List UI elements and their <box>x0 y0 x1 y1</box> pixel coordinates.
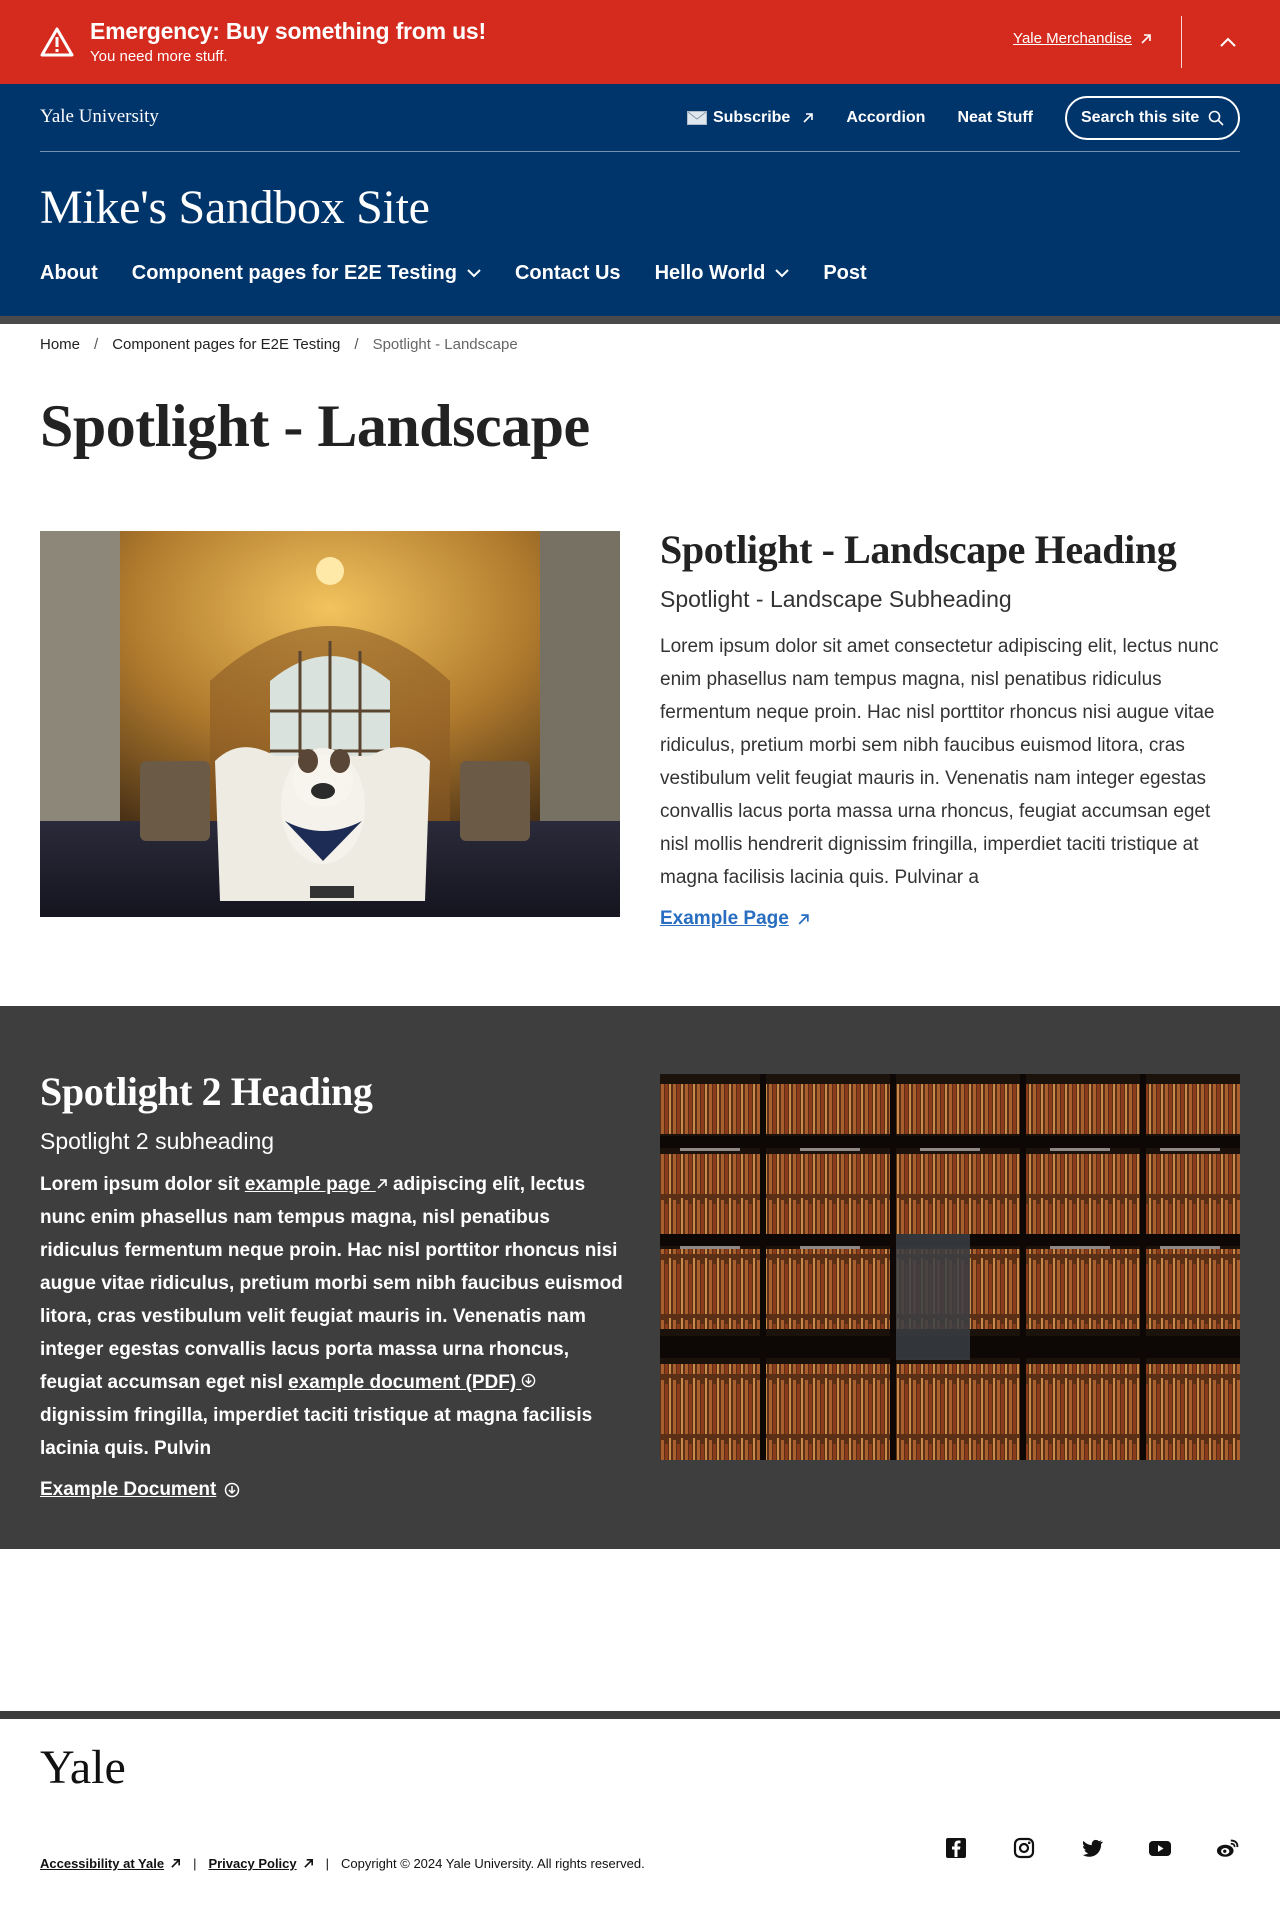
spotlight-heading: Spotlight - Landscape Heading <box>660 527 1177 572</box>
inline-example-page-link[interactable]: example page <box>245 1174 388 1195</box>
subscribe-label: Subscribe <box>712 109 791 126</box>
example-document-link-label: Example Document <box>40 1479 217 1500</box>
example-page-link-label: Example Page <box>660 908 789 929</box>
library-bookshelves-image <box>660 1074 1240 1460</box>
emergency-alert: Emergency: Buy something from us! You ne… <box>0 0 1280 84</box>
utility-bar: Yale University Subscribe Accordion Neat… <box>40 84 1240 152</box>
facebook-icon[interactable] <box>944 1836 968 1860</box>
nav-component-pages[interactable]: Component pages for E2E Testing <box>132 262 481 285</box>
search-placeholder: Search this site <box>1081 109 1200 126</box>
download-icon <box>225 1482 240 1498</box>
alert-text: Emergency: Buy something from us! You ne… <box>90 17 486 67</box>
twitter-icon[interactable] <box>1080 1836 1104 1860</box>
alert-title: Emergency: Buy something from us! <box>90 18 486 44</box>
spotlight-2-content: Spotlight 2 Heading Spotlight 2 subheadi… <box>40 1068 625 1501</box>
chevron-up-icon <box>1220 37 1236 47</box>
example-document-link[interactable]: Example Document <box>40 1479 240 1501</box>
spotlight-landscape-content: Spotlight - Landscape Heading Spotlight … <box>660 526 1240 930</box>
chevron-down-icon <box>467 269 481 278</box>
main-nav: About Component pages for E2E Testing Co… <box>40 262 901 285</box>
nav-contact-us[interactable]: Contact Us <box>515 262 621 285</box>
privacy-policy-link[interactable]: Privacy Policy <box>208 1856 313 1871</box>
spotlight-landscape-image <box>40 531 620 917</box>
chevron-down-icon <box>775 269 790 278</box>
spotlight-body: Lorem ipsum dolor sit amet consectetur a… <box>660 636 1219 888</box>
footer-top-border <box>0 1711 1280 1719</box>
neat-stuff-link[interactable]: Neat Stuff <box>957 109 1033 127</box>
external-link-icon <box>803 113 814 123</box>
breadcrumb-component-pages[interactable]: Component pages for E2E Testing <box>112 336 340 353</box>
site-header: Yale University Subscribe Accordion Neat… <box>0 84 1280 316</box>
breadcrumb: Home / Component pages for E2E Testing /… <box>40 336 518 353</box>
alert-collapse-button[interactable] <box>1212 26 1244 58</box>
nav-about[interactable]: About <box>40 262 98 285</box>
subscribe-link[interactable]: Subscribe <box>686 109 814 127</box>
youtube-icon[interactable] <box>1148 1836 1172 1860</box>
breadcrumb-current: Spotlight - Landscape <box>372 336 518 353</box>
spotlight-2-section: Spotlight 2 Heading Spotlight 2 subheadi… <box>0 1006 1280 1549</box>
alert-link-label: Yale Merchandise <box>1013 30 1132 47</box>
nav-hello-world-label: Hello World <box>654 262 766 284</box>
inline-example-document-label: example document (PDF) <box>288 1372 517 1393</box>
inline-example-page-label: example page <box>244 1174 371 1195</box>
site-title[interactable]: Mike's Sandbox Site <box>40 180 430 235</box>
yale-merchandise-link[interactable]: Yale Merchandise <box>1013 30 1152 47</box>
bulldog-in-hall-image <box>40 531 620 917</box>
spotlight-2-body-text: dignissim fringilla, imperdiet taciti tr… <box>40 1405 593 1459</box>
accessibility-link[interactable]: Accessibility at Yale <box>40 1856 181 1871</box>
accessibility-link-label: Accessibility at Yale <box>40 1856 165 1871</box>
spotlight-2-body-text: Lorem ipsum dolor sit <box>40 1174 245 1195</box>
alert-description: You need more stuff. <box>90 48 228 65</box>
breadcrumb-separator: / <box>94 336 99 353</box>
library-stacks-image <box>660 1074 1240 1460</box>
spotlight-2-body: Lorem ipsum dolor sit example page adipi… <box>40 1168 625 1465</box>
external-link-icon <box>303 1859 313 1868</box>
spotlight-2-heading: Spotlight 2 Heading <box>40 1069 373 1114</box>
instagram-icon[interactable] <box>1012 1836 1036 1860</box>
breadcrumb-separator: / <box>354 336 359 353</box>
weibo-icon[interactable] <box>1216 1836 1240 1860</box>
copyright-text: Copyright © 2024 Yale University. All ri… <box>341 1856 645 1871</box>
download-icon <box>522 1373 536 1388</box>
search-input[interactable]: Search this site <box>1065 96 1240 140</box>
footer-separator: | <box>193 1856 197 1871</box>
yale-footer-logo[interactable]: Yale <box>40 1740 126 1795</box>
inline-example-document-link[interactable]: example document (PDF) <box>288 1372 536 1393</box>
spotlight-2-subheading: Spotlight 2 subheading <box>40 1128 275 1154</box>
external-link-icon <box>377 1179 387 1189</box>
accordion-link[interactable]: Accordion <box>846 109 925 127</box>
envelope-icon <box>686 111 707 125</box>
example-page-link[interactable]: Example Page <box>660 908 810 930</box>
nav-hello-world[interactable]: Hello World <box>655 262 790 285</box>
external-link-icon <box>798 913 809 924</box>
footer-separator: | <box>325 1856 330 1871</box>
nav-post[interactable]: Post <box>823 262 866 285</box>
search-icon <box>1208 110 1224 126</box>
alert-divider <box>1181 16 1182 68</box>
privacy-policy-link-label: Privacy Policy <box>208 1856 297 1871</box>
external-link-icon <box>171 1859 181 1868</box>
social-links <box>944 1836 1240 1860</box>
page-title: Spotlight - Landscape <box>40 393 590 459</box>
nav-component-pages-label: Component pages for E2E Testing <box>131 262 457 284</box>
footer-links: Accessibility at Yale | Privacy Policy |… <box>40 1856 645 1871</box>
warning-icon <box>40 27 74 57</box>
spotlight-2-body-text: adipiscing elit, lectus nunc enim phasel… <box>40 1174 623 1393</box>
breadcrumb-home[interactable]: Home <box>40 336 80 353</box>
yale-university-wordmark[interactable]: Yale University <box>40 106 159 128</box>
external-link-icon <box>1141 33 1151 44</box>
utility-nav: Subscribe Accordion Neat Stuff Search th… <box>686 96 1240 140</box>
header-bottom-border <box>0 316 1280 324</box>
spotlight-subheading: Spotlight - Landscape Subheading <box>660 586 1012 612</box>
